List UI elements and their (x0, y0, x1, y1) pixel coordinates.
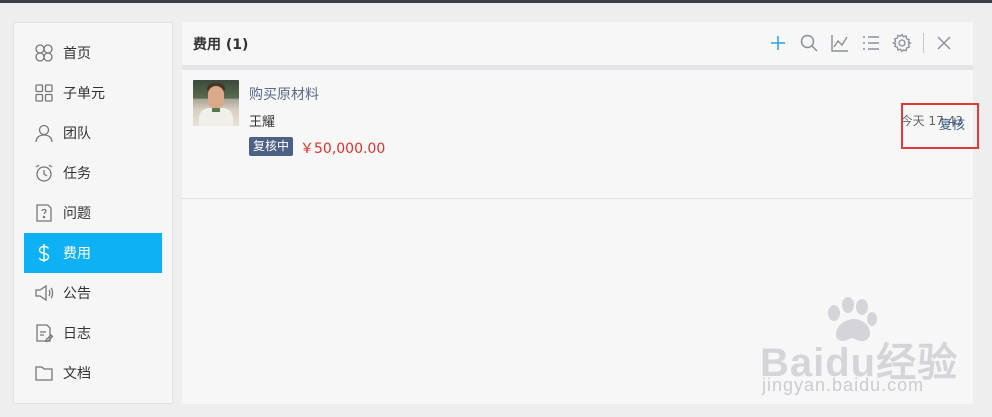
grid-icon (33, 82, 55, 104)
question-doc-icon (33, 202, 55, 224)
sidebar-item-label: 文档 (63, 366, 91, 382)
toolbar (758, 31, 955, 55)
avatar[interactable] (193, 80, 239, 126)
sidebar-item-label: 子单元 (63, 86, 105, 102)
folder-icon (33, 362, 55, 384)
sidebar-item-label: 任务 (63, 166, 91, 182)
sidebar-item-tasks[interactable]: 任务 (24, 153, 162, 193)
expense-amount: ￥50,000.00 (300, 141, 386, 157)
expense-title-link[interactable]: 购买原材料 (249, 84, 319, 104)
speaker-icon (33, 282, 55, 304)
page-title: 费用 (1) (193, 37, 249, 53)
window-top-bar (0, 0, 992, 3)
toolbar-divider (923, 33, 924, 53)
clover-icon (33, 42, 55, 64)
sidebar-item-home[interactable]: 首页 (24, 33, 162, 73)
sidebar-item-label: 费用 (63, 246, 91, 262)
list-item[interactable]: 购买原材料 王耀 复核中 ￥50,000.00 今天 17:43 (182, 70, 973, 199)
chart-icon[interactable] (829, 32, 851, 54)
sidebar-item-label: 日志 (63, 326, 91, 342)
close-icon[interactable] (933, 32, 955, 54)
sidebar-item-label: 问题 (63, 206, 91, 222)
sidebar-item-subunit[interactable]: 子单元 (24, 73, 162, 113)
expense-panel: 费用 (1) 购买原材料 王耀 复核中 ￥50,000.00 今天 17:43 … (182, 22, 979, 404)
sidebar-item-label: 首页 (63, 46, 91, 62)
status-badge: 复核中 (249, 137, 294, 156)
dollar-icon (33, 242, 55, 264)
search-icon[interactable] (798, 32, 820, 54)
sidebar-item-expenses[interactable]: 费用 (24, 233, 162, 273)
sidebar-item-logs[interactable]: 日志 (24, 313, 162, 353)
settings-icon[interactable] (891, 32, 913, 54)
review-button[interactable]: 复核 (901, 103, 979, 149)
list-icon[interactable] (860, 32, 882, 54)
sidebar-item-label: 团队 (63, 126, 91, 142)
sidebar-item-documents[interactable]: 文档 (24, 353, 162, 393)
sidebar-item-issues[interactable]: 问题 (24, 193, 162, 233)
sidebar-item-label: 公告 (63, 286, 91, 302)
sidebar-item-team[interactable]: 团队 (24, 113, 162, 153)
sidebar: 首页 子单元 团队 任务 问题 费用 公告 日志 文档 (13, 22, 173, 404)
sidebar-item-announcements[interactable]: 公告 (24, 273, 162, 313)
log-edit-icon (33, 322, 55, 344)
alarm-clock-icon (33, 162, 55, 184)
applicant-name: 王耀 (249, 115, 276, 130)
add-icon[interactable] (767, 32, 789, 54)
user-icon (33, 122, 55, 144)
